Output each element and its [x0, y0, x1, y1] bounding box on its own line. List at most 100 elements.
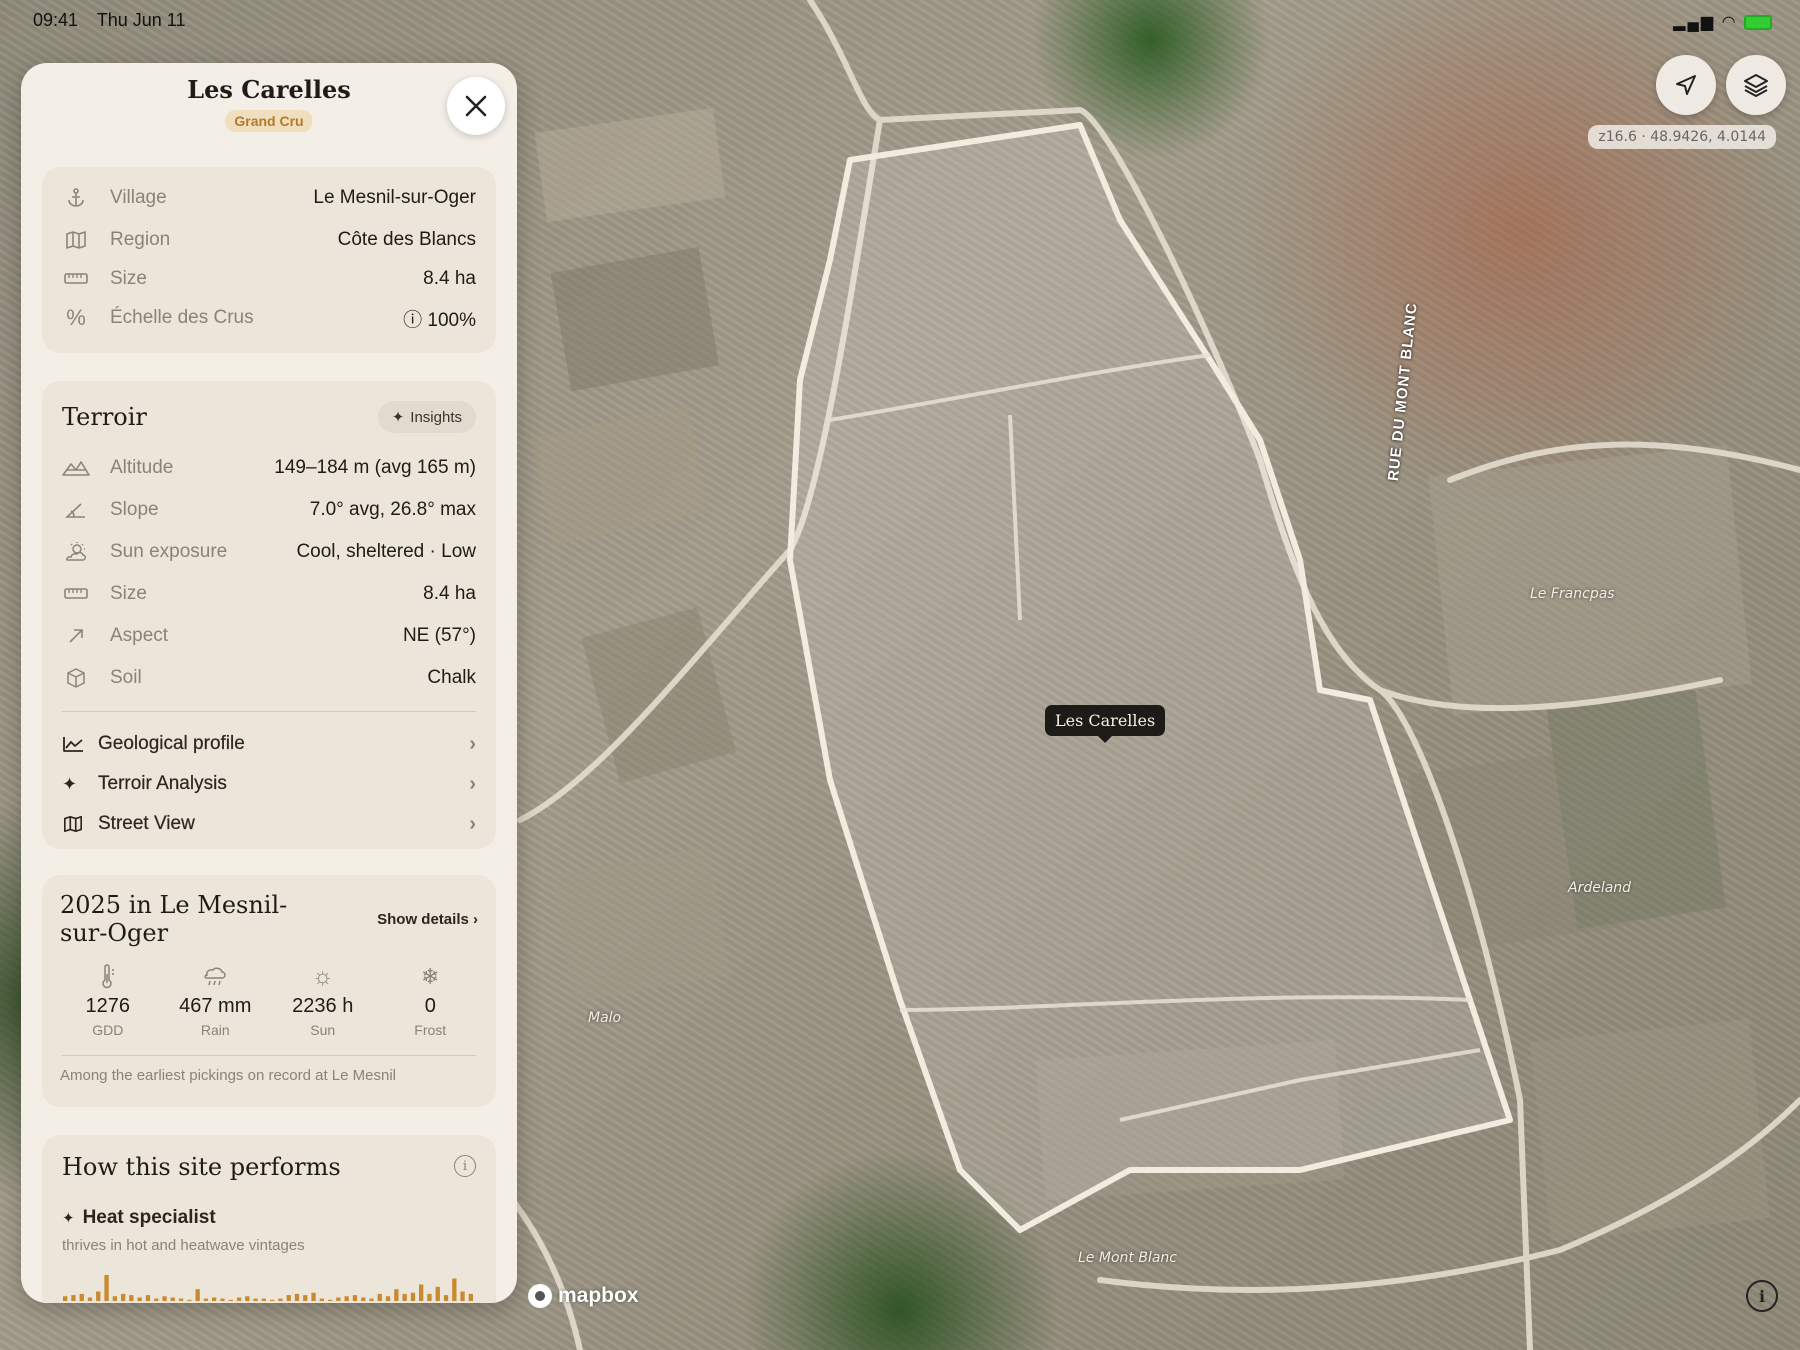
place-label-malo: Malo: [588, 1010, 622, 1026]
cube-icon: [62, 664, 90, 692]
show-details-button[interactable]: Show details ›: [377, 911, 478, 928]
performance-bar: [187, 1299, 192, 1301]
sparkle-icon: ✦: [62, 773, 78, 794]
performance-bar: [311, 1292, 316, 1301]
performance-bar: [228, 1299, 233, 1301]
link-terroir-analysis[interactable]: ✦ Terroir Analysis ›: [62, 767, 476, 801]
performance-bar: [71, 1295, 76, 1301]
performance-bar: [278, 1298, 283, 1301]
performance-bar: [328, 1299, 333, 1301]
performance-bar: [344, 1296, 349, 1301]
performance-bar: [460, 1291, 465, 1301]
status-time: 09:41: [33, 10, 79, 30]
performance-bar: [112, 1296, 117, 1301]
performance-bar: [245, 1296, 250, 1301]
ruler-icon: [62, 580, 90, 608]
performance-bar: [203, 1298, 209, 1301]
mapbox-attribution[interactable]: mapbox: [528, 1284, 639, 1308]
performance-bar: [104, 1275, 109, 1301]
performance-bar: [87, 1297, 93, 1301]
performance-bar: [377, 1293, 382, 1301]
mountain-icon: [62, 454, 90, 482]
summary-row-region: Region Côte des Blancs: [62, 225, 476, 255]
map-icon: [62, 814, 88, 834]
summary-row-size: Size 8.4 ha: [62, 264, 476, 294]
performance-bar: [121, 1293, 126, 1301]
performance-bar: [154, 1298, 159, 1301]
performance-tag: ✦ Heat specialist: [62, 1207, 216, 1228]
chevron-right-icon: ›: [469, 732, 476, 755]
sparkle-icon: ✦: [391, 409, 405, 426]
performance-bar: [162, 1296, 167, 1301]
performance-bar: [352, 1295, 358, 1301]
vintage-title: 2025 in Le Mesnil- sur-Oger: [60, 891, 288, 947]
performance-info-icon[interactable]: i: [454, 1155, 476, 1177]
performance-bar: [286, 1295, 291, 1301]
insights-button[interactable]: ✦ Insights: [377, 401, 476, 433]
place-label-le-mont-blanc: Le Mont Blanc: [1078, 1250, 1177, 1266]
terroir-row-soil: Soil Chalk: [62, 663, 476, 693]
status-icons: ▂▄▆ ◠: [1673, 12, 1772, 32]
terroir-row-aspect: Aspect NE (57°): [62, 621, 476, 651]
terroir-divider: [62, 711, 476, 712]
sun-cloud-icon: [62, 538, 90, 566]
performance-bar: [79, 1293, 84, 1301]
performance-bar: [319, 1298, 324, 1301]
rain-icon: [162, 963, 270, 991]
performance-bar: [443, 1295, 449, 1301]
parcel-map-label[interactable]: Les Carelles: [1045, 705, 1166, 743]
battery-icon: [1744, 15, 1772, 31]
performance-bar: [212, 1297, 217, 1301]
performance-bar: [361, 1297, 366, 1301]
place-label-le-francpas: Le Francpas: [1530, 586, 1615, 602]
summary-row-village: Village Le Mesnil-sur-Oger: [62, 183, 476, 213]
mapbox-logo-icon: [528, 1284, 552, 1308]
chevron-right-icon: ›: [469, 772, 476, 795]
snowflake-icon: ❄: [421, 964, 440, 989]
locate-button[interactable]: [1656, 55, 1716, 115]
terroir-row-sun-exposure: Sun exposure Cool, sheltered · Low: [62, 537, 476, 567]
status-bar: 09:41 Thu Jun 11: [33, 10, 199, 31]
vintage-note: Among the earliest pickings on record at…: [60, 1067, 397, 1084]
panel-header: Les Carelles Grand Cru: [21, 63, 517, 159]
performance-bar: [452, 1278, 457, 1301]
place-label-ardeland: Ardeland: [1568, 880, 1632, 896]
terroir-card: Terroir ✦ Insights Altitude 149–184 m (a…: [42, 381, 496, 849]
performance-bar: [394, 1289, 399, 1301]
close-button[interactable]: [447, 77, 505, 135]
ruler-icon: [62, 265, 90, 293]
summary-row-echelle[interactable]: % Échelle des Crus ⓘ 100%: [62, 303, 476, 333]
vintage-stats: 1276 GDD 467 mm Rain ☼ 2236 h Sun ❄ 0 Fr…: [54, 963, 484, 1038]
sparkle-icon: ✦: [62, 1210, 75, 1227]
performance-card: How this site performs i ✦ Heat speciali…: [42, 1135, 496, 1303]
performance-bar: [195, 1289, 200, 1301]
anchor-icon: [62, 184, 90, 212]
performance-bar: [145, 1295, 151, 1301]
performance-bar: [270, 1299, 275, 1301]
angle-icon: [62, 496, 90, 524]
layers-button[interactable]: [1726, 55, 1786, 115]
link-street-view[interactable]: Street View ›: [62, 807, 476, 841]
performance-bar: [129, 1295, 134, 1301]
summary-card: Village Le Mesnil-sur-Oger Region Côte d…: [42, 167, 496, 353]
performance-bar: [96, 1291, 101, 1301]
performance-bar: [137, 1297, 142, 1301]
performance-bar: [336, 1297, 341, 1301]
performance-bar: [170, 1297, 175, 1301]
sun-icon: ☼: [311, 963, 334, 990]
mapbox-text: mapbox: [558, 1284, 639, 1307]
thermometer-icon: [54, 963, 162, 991]
classification-badge: Grand Cru: [225, 110, 313, 132]
map-info-button[interactable]: i: [1746, 1280, 1778, 1312]
performance-subtitle: thrives in hot and heatwave vintages: [62, 1237, 305, 1254]
layers-icon: [1744, 74, 1768, 97]
close-icon: [465, 95, 487, 117]
link-geological-profile[interactable]: Geological profile ›: [62, 727, 476, 761]
location-arrow-icon: [1676, 75, 1696, 95]
map-coordinates: z16.6 · 48.9426, 4.0144: [1588, 125, 1776, 149]
performance-bar: [402, 1293, 407, 1301]
stat-frost: ❄ 0 Frost: [377, 963, 485, 1038]
performance-bar: [410, 1292, 416, 1301]
map-icon: [62, 226, 90, 254]
wifi-icon: ◠: [1721, 14, 1738, 31]
